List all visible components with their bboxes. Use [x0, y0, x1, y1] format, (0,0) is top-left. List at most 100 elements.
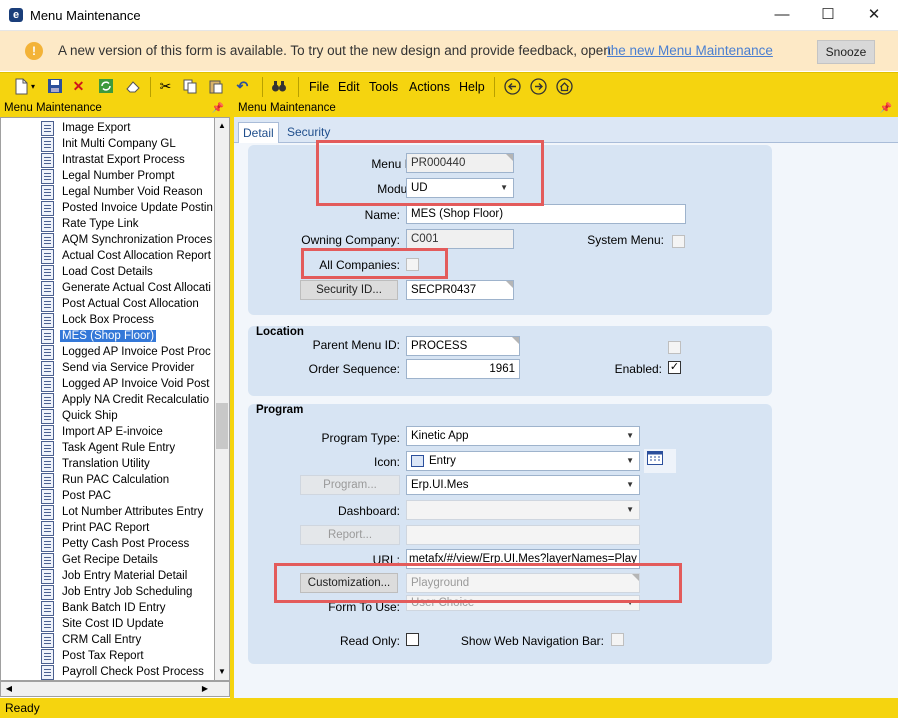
menu-tools[interactable]: Tools — [369, 80, 398, 94]
security-id-button[interactable]: Security ID... — [300, 280, 398, 300]
menu-item-icon — [41, 297, 54, 312]
show-web-navigation-bar-checkbox[interactable] — [611, 633, 624, 646]
owning-company-field[interactable]: C001 — [406, 229, 514, 249]
delete-icon[interactable]: ✕ — [70, 78, 87, 95]
left-pane-title: Menu Maintenance — [4, 102, 102, 114]
chevron-down-icon: ▼ — [626, 505, 634, 514]
notification-text: A new version of this form is available.… — [58, 43, 611, 58]
minimize-button[interactable]: — — [759, 0, 805, 30]
undo-icon[interactable]: ↶ — [234, 78, 251, 95]
tree-vertical-scrollbar[interactable]: ▲ ▼ — [214, 117, 230, 681]
menu-tree-item-label: Post Tax Report — [62, 650, 144, 662]
menu-item-icon — [41, 217, 54, 232]
close-button[interactable]: ✕ — [851, 0, 897, 30]
binoculars-icon[interactable] — [270, 78, 287, 95]
icon-picker-button[interactable] — [644, 449, 676, 473]
toolbar-separator — [262, 77, 263, 97]
back-arrow-icon[interactable] — [504, 78, 521, 95]
menu-tree-item-label: Quick Ship — [62, 410, 118, 422]
right-pane-title: Menu Maintenance — [238, 102, 336, 114]
pin-icon[interactable]: 📌 — [880, 100, 892, 117]
copy-icon[interactable] — [181, 78, 198, 95]
menu-tree-item-label: Run PAC Calculation — [62, 474, 170, 486]
program-button[interactable]: Program... — [300, 475, 400, 495]
new-icon[interactable] — [12, 78, 29, 95]
menu-tree-item-label: Job Entry Material Detail — [62, 570, 188, 582]
icon-select[interactable]: Entry ▼ — [406, 451, 640, 471]
security-id-field[interactable]: SECPR0437 — [406, 280, 514, 300]
parent-menu-id-field[interactable]: PROCESS — [406, 336, 520, 356]
menu-tree-item-label: Get Recipe Details — [62, 554, 158, 566]
paste-icon[interactable] — [207, 78, 224, 95]
tree-horizontal-scrollbar[interactable]: ◀ ▶ — [0, 681, 230, 697]
system-menu-checkbox[interactable] — [672, 235, 685, 248]
location-title: Location — [256, 326, 304, 338]
name-label: Name: — [364, 208, 400, 222]
report-button[interactable]: Report... — [300, 525, 400, 545]
menu-item-icon — [41, 425, 54, 440]
menu-tree-item-label: Intrastat Export Process — [62, 154, 185, 166]
icon-label: Icon: — [373, 455, 400, 469]
menu-tree-item-label: MES (Shop Floor) — [60, 330, 157, 342]
menu-edit[interactable]: Edit — [338, 80, 360, 94]
menu-file[interactable]: File — [309, 80, 329, 94]
dashboard-select[interactable]: ▼ — [406, 500, 640, 520]
menu-tree-item-label: Init Multi Company GL — [62, 138, 176, 150]
report-field[interactable] — [406, 525, 640, 545]
menu-item-icon — [41, 665, 54, 680]
menu-item-icon — [41, 505, 54, 520]
scroll-thumb[interactable] — [216, 403, 228, 449]
system-menu-label: System Menu: — [587, 233, 664, 247]
name-field[interactable]: MES (Shop Floor) — [406, 204, 686, 224]
menu-item-icon — [41, 121, 54, 136]
title-bar: e Menu Maintenance — ☐ ✕ — [0, 0, 898, 31]
menu-actions[interactable]: Actions — [409, 80, 450, 94]
menu-item-icon — [41, 569, 54, 584]
scroll-up-icon[interactable]: ▲ — [215, 118, 229, 134]
menu-tree-item-label: AQM Synchronization Proces — [62, 234, 213, 246]
menu-tree-item-label: Lot Number Attributes Entry — [62, 506, 204, 518]
program-select[interactable]: Erp.UI.Mes ▼ — [406, 475, 640, 495]
scroll-right-icon[interactable]: ▶ — [197, 682, 213, 696]
menu-item-icon — [41, 537, 54, 552]
menu-tree-item-label: CRM Call Entry — [62, 634, 142, 646]
dashboard-label: Dashboard: — [337, 504, 400, 518]
menu-item-icon — [41, 473, 54, 488]
menu-tree-item-label: Print PAC Report — [62, 522, 150, 534]
forward-arrow-icon[interactable] — [530, 78, 547, 95]
home-icon[interactable] — [556, 78, 573, 95]
menu-tree-item-label: Logged AP Invoice Void Post — [62, 378, 210, 390]
new-dropdown-icon[interactable]: ▾ — [29, 78, 37, 95]
menu-item-icon — [41, 361, 54, 376]
order-sequence-field[interactable]: 1961 — [406, 359, 520, 379]
program-title: Program — [256, 404, 304, 416]
menu-tree-item-label: Task Agent Rule Entry — [62, 442, 176, 454]
menu-item-icon — [41, 233, 54, 248]
pin-icon[interactable]: 📌 — [212, 100, 224, 117]
menu-item-icon — [41, 265, 54, 280]
menu-tree-item-label: Generate Actual Cost Allocati — [62, 282, 211, 294]
tab-detail[interactable]: Detail — [238, 122, 279, 143]
enabled-checkbox[interactable]: ✓ — [668, 361, 681, 374]
menu-help[interactable]: Help — [459, 80, 485, 94]
menu-item-icon — [41, 521, 54, 536]
location-group: Location Parent Menu ID: PROCESS Order S… — [248, 326, 772, 396]
menu-tree-item-label: Job Entry Job Scheduling — [62, 586, 193, 598]
maximize-button[interactable]: ☐ — [805, 0, 851, 30]
scroll-left-icon[interactable]: ◀ — [1, 682, 17, 696]
scroll-down-icon[interactable]: ▼ — [215, 664, 229, 680]
menu-tree-item-label: Legal Number Prompt — [62, 170, 175, 182]
eraser-icon[interactable] — [124, 78, 141, 95]
menu-item-icon — [41, 633, 54, 648]
menu-tree[interactable]: Image Export Init Multi Company GL Intrast… — [0, 117, 214, 681]
cut-icon[interactable]: ✂ — [157, 78, 174, 95]
chevron-down-icon: ▼ — [626, 431, 634, 440]
new-menu-maintenance-link[interactable]: the new Menu Maintenance — [607, 43, 773, 58]
read-only-checkbox[interactable] — [406, 633, 419, 646]
save-icon[interactable] — [46, 78, 63, 95]
snooze-button[interactable]: Snooze — [817, 40, 875, 64]
enabled-label: Enabled: — [614, 362, 662, 376]
location-checkbox[interactable] — [668, 341, 681, 354]
refresh-icon[interactable] — [97, 78, 114, 95]
program-type-select[interactable]: Kinetic App ▼ — [406, 426, 640, 446]
